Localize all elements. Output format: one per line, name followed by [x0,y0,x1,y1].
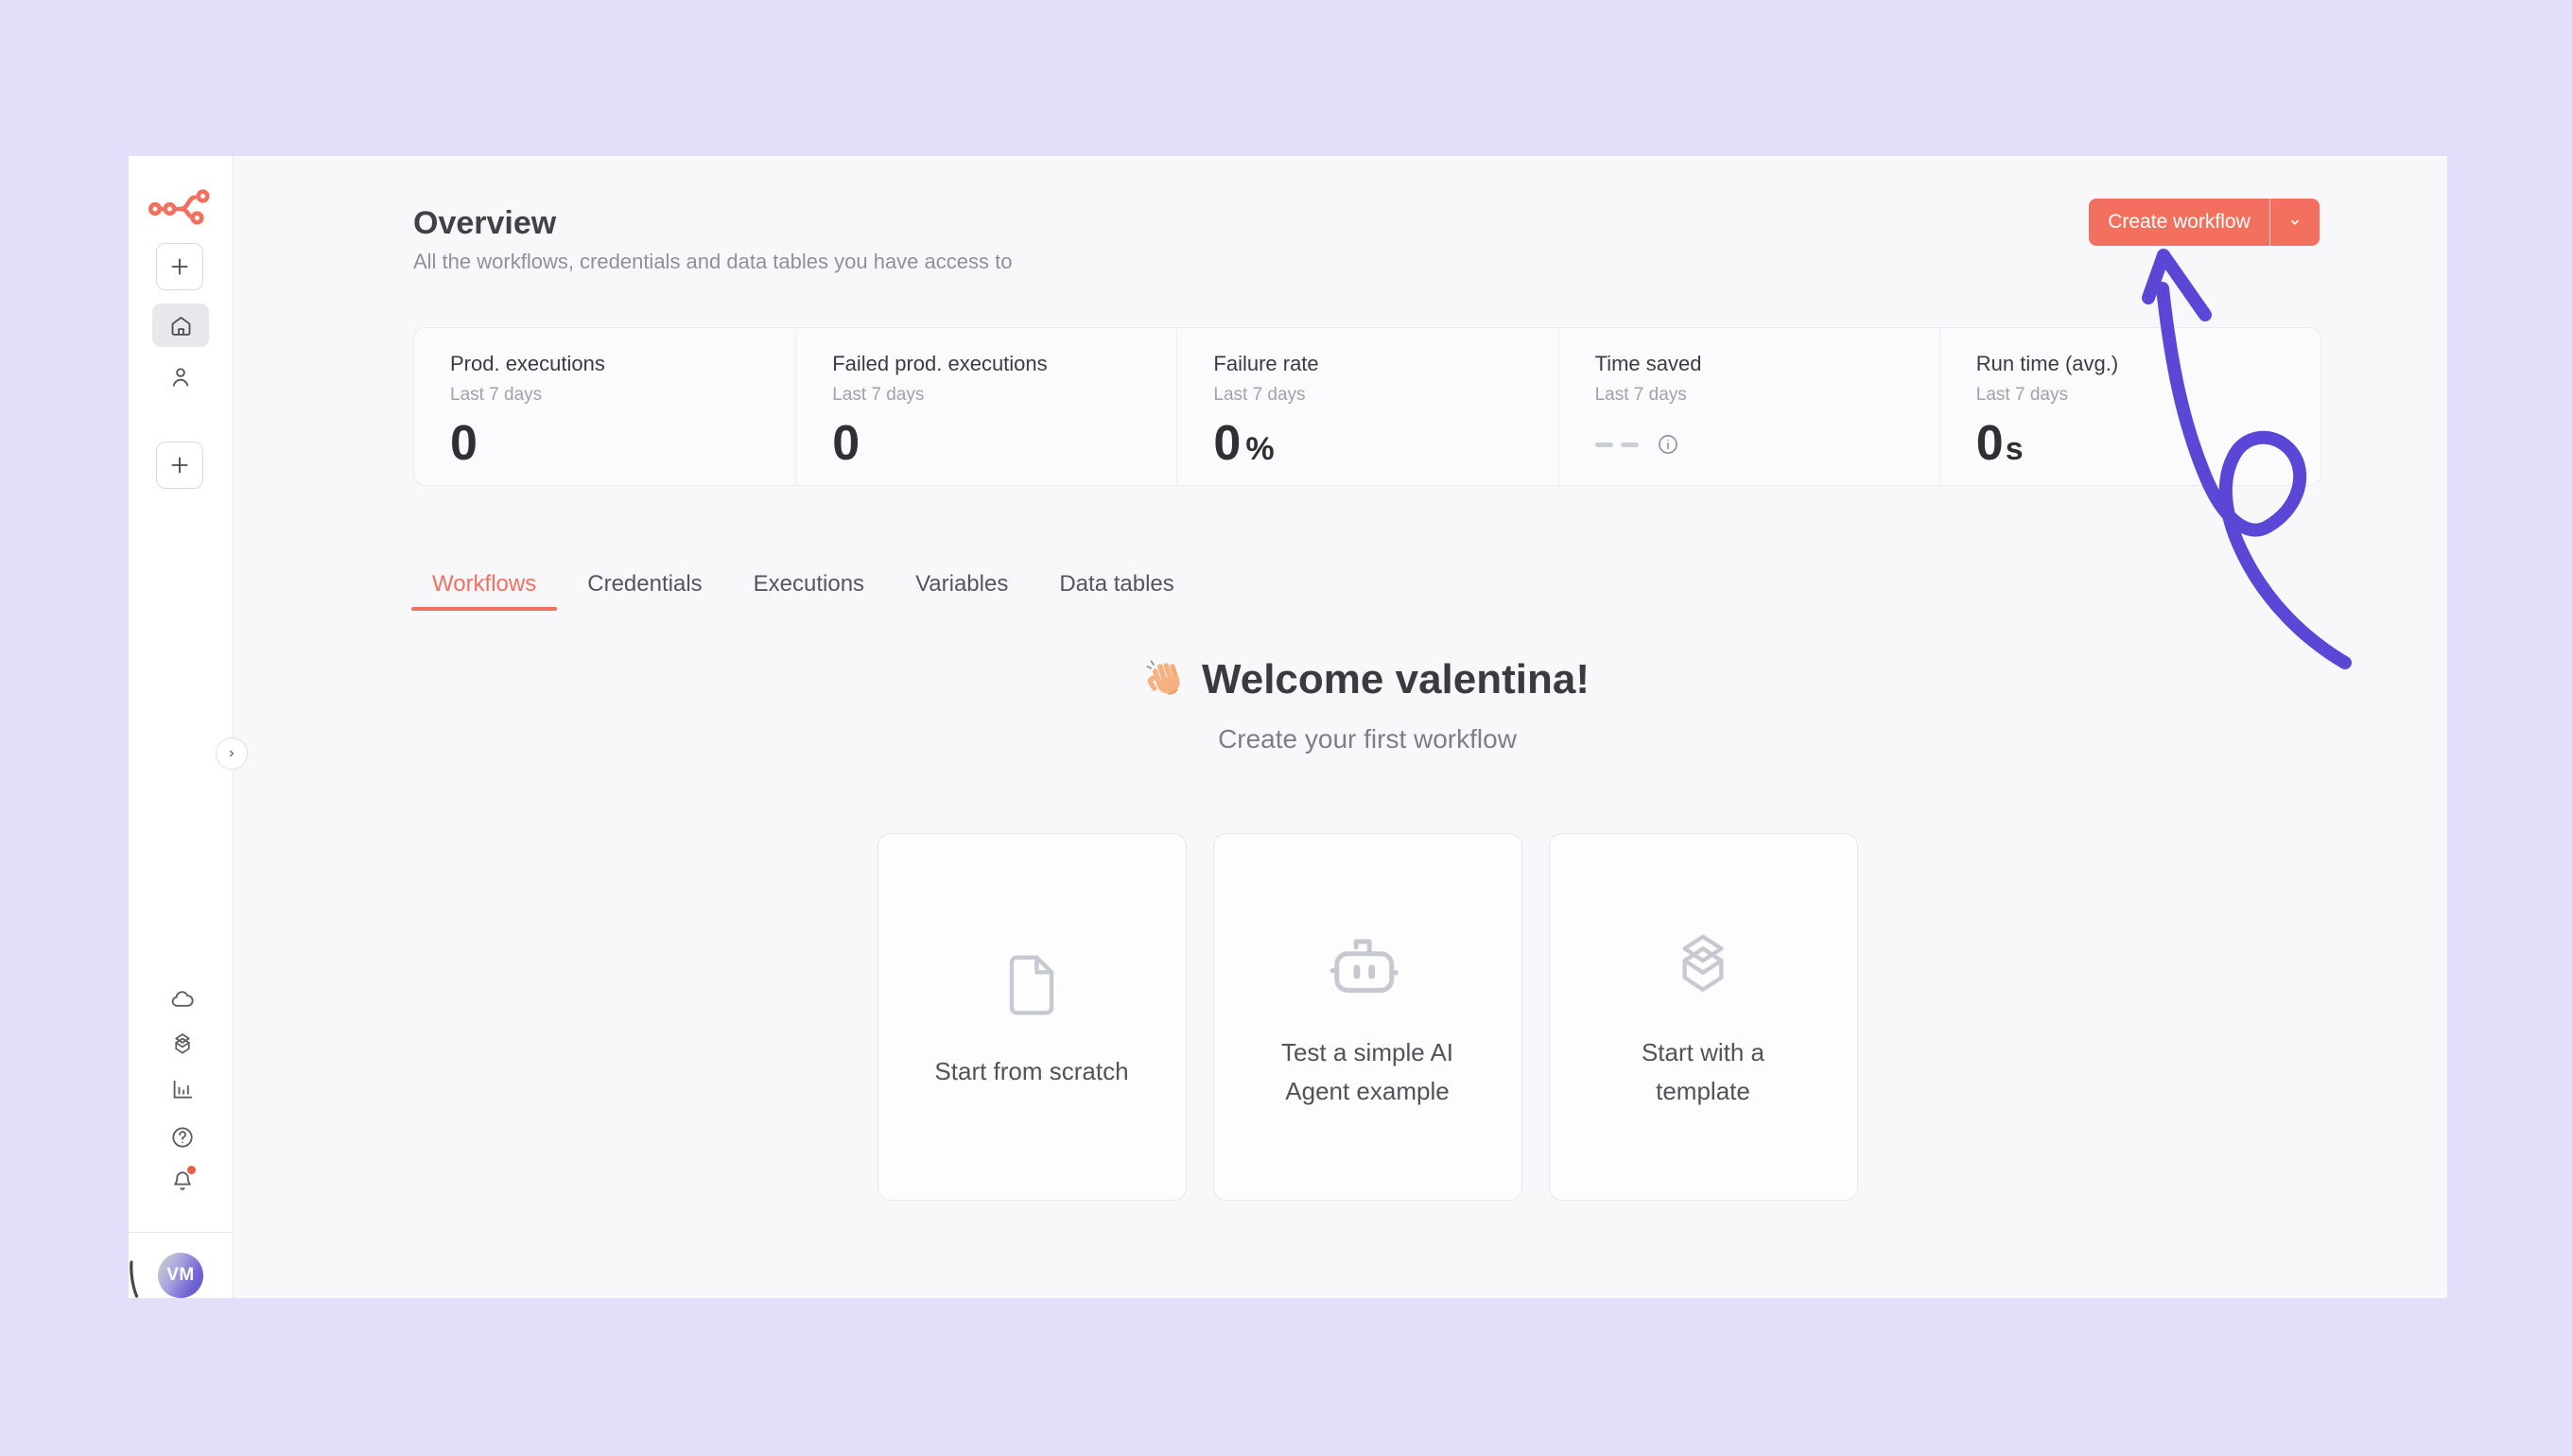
tab-executions[interactable]: Executions [733,569,885,611]
welcome-text: Welcome valentina! [1202,656,1590,702]
card-label: Test a simple AI Agent example [1258,1033,1477,1111]
create-workflow-split-button: Create workflow [2089,199,2320,246]
add-project-button[interactable] [156,442,203,489]
stat-label: Time saved [1595,352,1939,376]
sidebar-item-personal[interactable] [167,364,194,390]
card-label: Start from scratch [934,1052,1128,1091]
stat-failure-rate: Failure rate Last 7 days 0 % [1176,328,1557,485]
stat-unit: % [1245,431,1274,468]
bar-chart-icon [169,1077,196,1103]
stat-failed-prod-executions: Failed prod. executions Last 7 days 0 [795,328,1176,485]
info-icon[interactable] [1656,432,1680,457]
file-icon [994,943,1069,1028]
open-box-icon [1665,924,1741,1009]
card-label: Start with a template [1593,1033,1813,1111]
sidebar: VM [129,156,234,1298]
stat-value: 0 s [1976,415,2320,472]
avatar[interactable]: VM [158,1253,203,1298]
stat-label: Failure rate [1213,352,1557,376]
page-title: Overview [413,204,556,242]
start-options-row: Start from scratch Test a simple AI Agen… [413,833,2321,1201]
stat-time-saved: Time saved Last 7 days [1558,328,1939,485]
app-window: VM Overview All the workflows, credentia… [129,156,2447,1298]
open-box-icon [169,1031,196,1058]
tab-data-tables[interactable]: Data tables [1038,569,1194,611]
sidebar-divider [129,1232,233,1233]
plus-icon [167,453,192,477]
tab-variables[interactable]: Variables [895,569,1029,611]
sidebar-item-insights[interactable] [169,1077,196,1103]
sidebar-item-templates[interactable] [169,1031,196,1058]
start-from-scratch-card[interactable]: Start from scratch [878,833,1187,1201]
stat-period: Last 7 days [1213,385,1557,406]
sidebar-item-cloud[interactable] [169,986,196,1013]
sidebar-item-overview[interactable] [152,303,209,347]
stat-label: Prod. executions [450,352,795,376]
waving-hand-emoji [1145,658,1187,700]
stat-number: 0 [1213,415,1241,472]
tab-workflows[interactable]: Workflows [411,569,557,611]
plus-icon [167,254,192,279]
empty-value-dashes [1595,432,1939,457]
chevron-right-icon [224,746,239,761]
dash [1621,442,1639,447]
avatar-initials: VM [166,1265,195,1286]
chevron-down-icon [2286,214,2303,231]
stat-period: Last 7 days [450,385,795,406]
create-workflow-button[interactable]: Create workflow [2089,199,2269,246]
welcome-heading: Welcome valentina! [413,655,2321,704]
welcome-subheading: Create your first workflow [413,723,2321,755]
home-icon [168,313,194,338]
stat-label: Failed prod. executions [832,352,1176,376]
stat-number: 0 [1976,415,2004,472]
notification-badge [187,1166,196,1174]
resource-tabs: Workflows Credentials Executions Variabl… [411,569,1195,611]
stat-period: Last 7 days [1595,385,1939,406]
stat-label: Run time (avg.) [1976,352,2320,376]
ai-agent-example-card[interactable]: Test a simple AI Agent example [1213,833,1522,1201]
user-icon [167,364,194,390]
help-icon [169,1124,196,1151]
sidebar-item-notifications[interactable] [169,1168,196,1194]
stat-run-time-avg: Run time (avg.) Last 7 days 0 s [1939,328,2320,485]
tab-credentials[interactable]: Credentials [566,569,722,611]
dash [1595,442,1613,447]
sidebar-collapse-button[interactable] [216,737,248,770]
stat-period: Last 7 days [1976,385,2320,406]
page-subtitle: All the workflows, credentials and data … [413,249,1012,275]
stat-prod-executions: Prod. executions Last 7 days 0 [414,328,795,485]
start-with-template-card[interactable]: Start with a template [1549,833,1858,1201]
stat-unit: s [2006,431,2024,468]
n8n-logo-icon [148,188,213,226]
stats-summary-row: Prod. executions Last 7 days 0 Failed pr… [413,327,2321,486]
sidebar-item-help[interactable] [169,1124,196,1151]
new-workflow-button[interactable] [156,243,203,290]
stat-value: 0 % [1213,415,1557,472]
create-workflow-dropdown-button[interactable] [2270,199,2320,246]
stat-period: Last 7 days [832,385,1176,406]
robot-icon [1327,924,1408,1009]
cloud-icon [169,986,196,1013]
stat-value: 0 [450,415,795,472]
stat-value: 0 [832,415,1176,472]
